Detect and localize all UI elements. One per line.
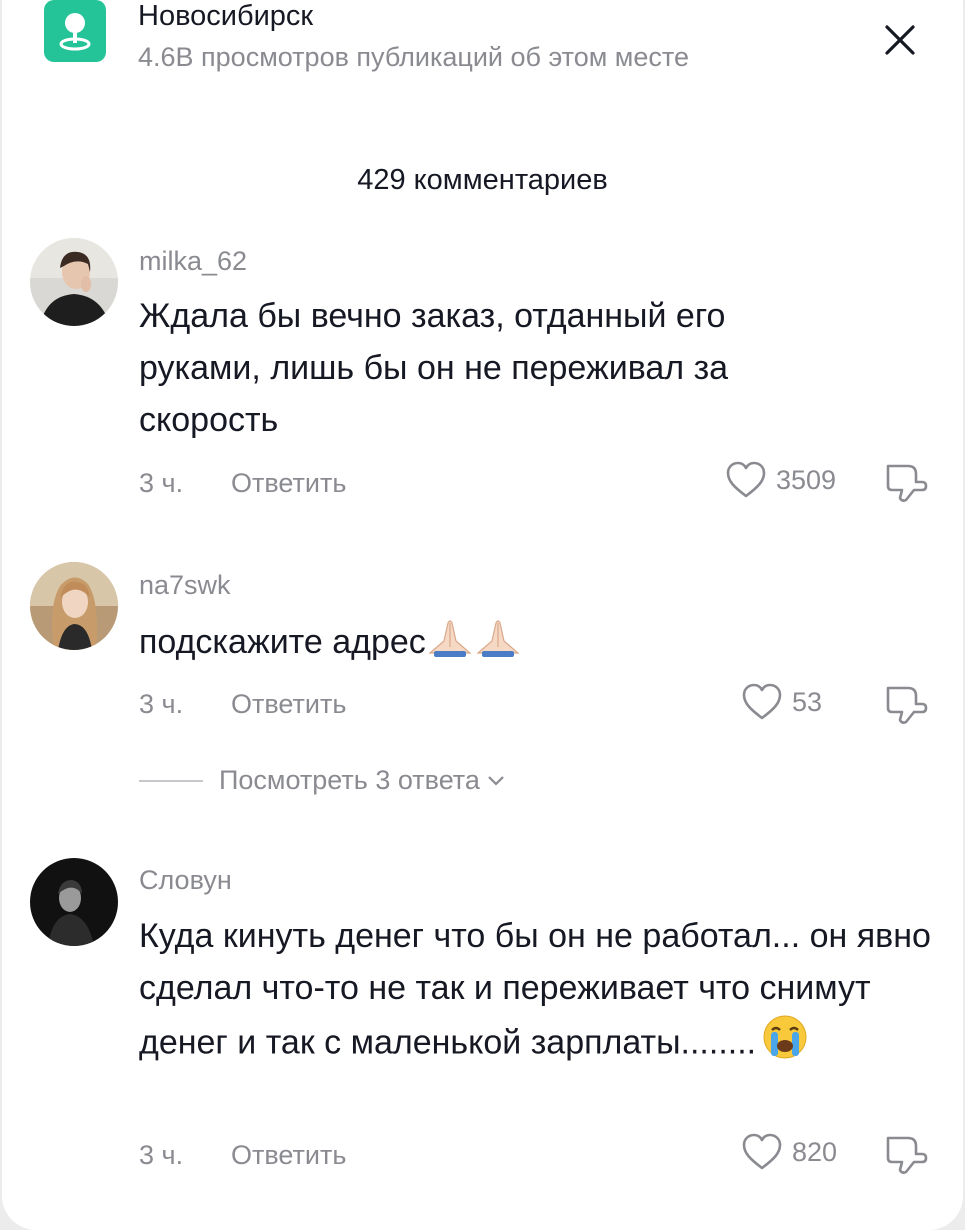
like-button[interactable]: 53 — [740, 682, 822, 722]
comment-username[interactable]: Словун — [139, 865, 232, 896]
chevron-down-icon — [488, 775, 504, 786]
loudly-crying-face-emoji — [762, 1014, 808, 1075]
view-replies-button[interactable]: Посмотреть 3 ответа — [139, 765, 506, 796]
folded-hands-emoji — [474, 617, 522, 672]
comment-text: Ждала бы вечно заказ, отданный его рукам… — [139, 297, 729, 439]
reply-button[interactable]: Ответить — [231, 1140, 346, 1171]
reply-button[interactable]: Ответить — [231, 468, 346, 499]
comment-text: Куда кинуть денег что бы он не работал..… — [139, 917, 931, 1062]
place-title[interactable]: Новосибирск — [138, 0, 313, 33]
heart-icon — [742, 1133, 782, 1170]
like-button[interactable]: 820 — [740, 1132, 837, 1172]
dislike-icon[interactable] — [882, 460, 930, 504]
avatar[interactable] — [30, 238, 118, 326]
like-count: 820 — [792, 1136, 838, 1167]
close-icon — [885, 25, 915, 55]
like-count: 3509 — [776, 464, 837, 495]
comment-username[interactable]: na7swk — [139, 570, 231, 601]
place-header: Новосибирск 4.6B просмотров публикаций о… — [2, 0, 963, 120]
map-pin-icon — [44, 0, 106, 62]
reply-button[interactable]: Ответить — [231, 689, 346, 720]
comment-time: 3 ч. — [139, 468, 184, 498]
comment-text-row: подскажите адрес — [139, 616, 939, 672]
divider-line — [139, 779, 203, 782]
heart-icon — [726, 461, 766, 498]
place-views-subtitle: 4.6B просмотров публикаций об этом месте — [138, 42, 689, 72]
like-button[interactable]: 3509 — [724, 460, 836, 500]
view-replies-label: Посмотреть 3 ответа — [219, 765, 480, 795]
comment-time: 3 ч. — [139, 689, 184, 719]
comments-count: 429 комментариев — [357, 164, 608, 196]
comment-username[interactable]: milka_62 — [139, 246, 247, 277]
avatar[interactable] — [30, 562, 118, 650]
like-count: 53 — [792, 686, 823, 717]
close-button[interactable] — [876, 16, 924, 64]
comment-text: подскажите адрес — [139, 623, 426, 661]
dislike-icon[interactable] — [882, 1132, 930, 1176]
heart-icon — [742, 683, 782, 720]
comments-sheet: Новосибирск 4.6B просмотров публикаций о… — [2, 0, 963, 1230]
avatar[interactable] — [30, 858, 118, 946]
folded-hands-emoji — [426, 617, 474, 672]
dislike-icon[interactable] — [882, 682, 930, 726]
comment-time: 3 ч. — [139, 1140, 184, 1170]
comment-text-row: Куда кинуть денег что бы он не работал..… — [139, 910, 939, 1075]
